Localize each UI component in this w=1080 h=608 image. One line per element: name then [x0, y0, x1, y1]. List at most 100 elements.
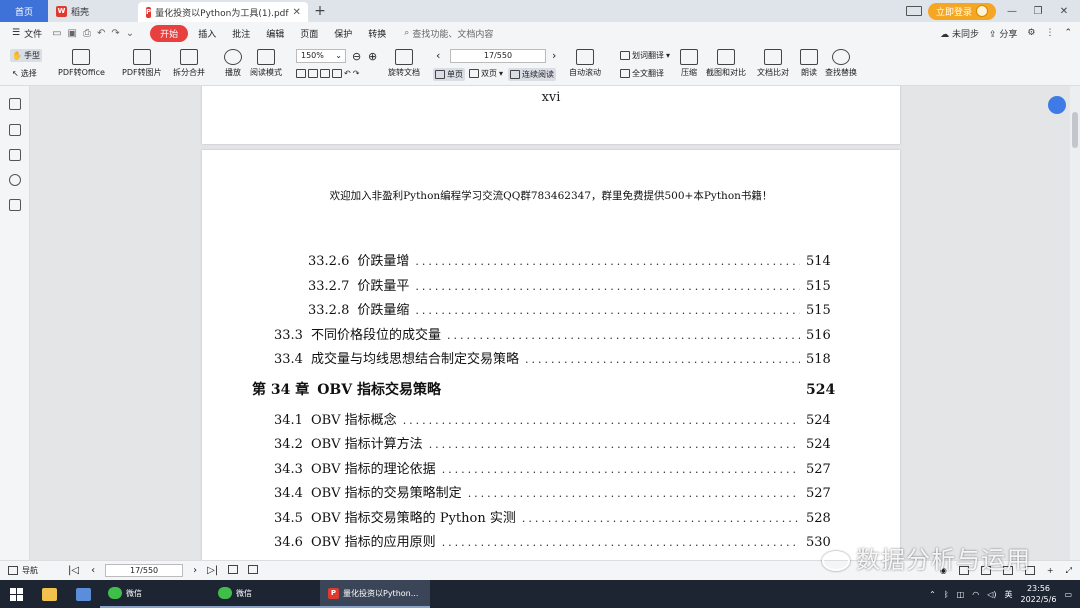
rotate-left-icon[interactable]: ↶: [344, 69, 351, 78]
pdf-to-image-button[interactable]: PDF转图片: [122, 49, 162, 78]
zoom-out-icon[interactable]: ⊖: [352, 50, 361, 63]
toc-entry[interactable]: 34.4 OBV 指标的交易策略制定.......................…: [274, 482, 831, 501]
toc-entry[interactable]: 33.3 不同价格段位的成交量..........................…: [274, 324, 831, 343]
wifi-icon[interactable]: ◠: [972, 590, 979, 599]
find-replace-button[interactable]: 查找替换: [825, 49, 857, 78]
file-explorer-icon[interactable]: [32, 580, 66, 608]
play-button[interactable]: 播放: [224, 49, 242, 78]
toc-entry[interactable]: 33.2.7 价跌量平..............................…: [308, 275, 831, 294]
last-page-icon[interactable]: ▷|: [207, 565, 218, 576]
menu-page[interactable]: 页面: [294, 25, 324, 42]
menu-start[interactable]: 开始: [150, 24, 189, 42]
login-button[interactable]: 立即登录: [927, 2, 996, 20]
double-page-button[interactable]: 双页 ▾: [469, 68, 503, 79]
hand-tool[interactable]: ✋ 手型: [10, 49, 42, 62]
thumbnail-icon[interactable]: [9, 124, 21, 136]
exit-fit-icon[interactable]: [248, 565, 259, 574]
fit-width-icon[interactable]: [308, 69, 318, 78]
split-merge-button[interactable]: 拆分合并: [173, 49, 205, 78]
toc-entry[interactable]: 34.1 OBV 指标概念............................…: [274, 409, 831, 428]
signature-icon[interactable]: [9, 199, 21, 211]
menu-comment[interactable]: 批注: [226, 25, 256, 42]
restore-icon[interactable]: ❐: [1028, 6, 1048, 17]
auto-scroll-button[interactable]: 自动滚动: [569, 49, 601, 78]
fit-screen-icon[interactable]: ⤢: [1066, 566, 1072, 576]
toc-entry[interactable]: 34.2 OBV 指标计算方法..........................…: [274, 433, 831, 452]
next-page-icon[interactable]: ›: [193, 565, 197, 576]
continuous-read-button[interactable]: 连续阅读: [508, 68, 556, 81]
share-button[interactable]: ⇪ 分享: [989, 27, 1017, 40]
pdf-to-office-button[interactable]: PDF转Office: [58, 49, 105, 78]
ime-indicator[interactable]: 英: [1005, 589, 1013, 600]
menu-insert[interactable]: 插入: [192, 25, 222, 42]
page-number-input[interactable]: 17/550: [450, 49, 546, 63]
rotate-right-icon[interactable]: ↷: [353, 69, 360, 78]
doc-compare-button[interactable]: 文档比对: [757, 49, 789, 78]
toc-chapter[interactable]: 第 34 章OBV 指标交易策略.524: [252, 379, 835, 399]
fit-icon[interactable]: [228, 565, 239, 574]
collapse-ribbon-icon[interactable]: ⌃: [1064, 28, 1072, 38]
close-tab-icon[interactable]: ✕: [293, 7, 301, 18]
vertical-scrollbar[interactable]: [1070, 86, 1080, 560]
word-translate-button[interactable]: 划词翻译 ▾: [620, 50, 670, 61]
next-page-icon[interactable]: ›: [552, 49, 556, 62]
prev-page-icon[interactable]: ‹: [436, 49, 440, 62]
crop-icon[interactable]: [332, 69, 342, 78]
rotate-doc-button[interactable]: 旋转文档: [388, 49, 420, 78]
screenshot-compare-button[interactable]: 截图和对比: [706, 49, 746, 78]
window-layout-icon[interactable]: [905, 6, 922, 16]
read-aloud-button[interactable]: 朗读: [800, 49, 818, 78]
tab-document[interactable]: P 量化投资以Python为工具(1).pdf ✕: [138, 2, 308, 22]
menu-convert[interactable]: 转换: [362, 25, 392, 42]
command-search[interactable]: ⌕ 查找功能、文档内容: [404, 27, 493, 40]
menu-protect[interactable]: 保护: [328, 25, 358, 42]
read-mode-button[interactable]: 阅读模式: [250, 49, 282, 78]
comment-icon[interactable]: [9, 149, 21, 161]
taskbar-app-wechat-2[interactable]: 微信: [210, 580, 320, 608]
menu-edit[interactable]: 编辑: [260, 25, 290, 42]
toc-entry[interactable]: 34.5 OBV 指标交易策略的 Python 实测...............…: [274, 507, 831, 526]
scrollbar-thumb[interactable]: [1072, 112, 1078, 148]
zoom-in-icon[interactable]: ⊕: [368, 50, 377, 63]
more-icon[interactable]: ⋮: [1045, 28, 1054, 38]
print-icon[interactable]: ⎙: [83, 28, 91, 39]
navigation-toggle[interactable]: 导航: [0, 565, 38, 576]
compress-button[interactable]: 压缩: [680, 49, 698, 78]
toc-entry[interactable]: 34.6 OBV 指标的应用原则.........................…: [274, 531, 831, 550]
redo-icon[interactable]: ↷: [111, 28, 119, 39]
clock[interactable]: 23:56 2022/5/6: [1021, 583, 1057, 605]
undo-icon[interactable]: ↶: [97, 28, 105, 39]
volume-icon[interactable]: ◁): [987, 590, 996, 599]
document-viewport[interactable]: xvi 欢迎加入非盈利Python编程学习交流QQ群783462347，群里免费…: [30, 86, 1070, 560]
fit-page-icon[interactable]: [320, 69, 330, 78]
save-icon[interactable]: ▣: [68, 28, 77, 39]
settings-icon[interactable]: ⚙: [1027, 28, 1035, 38]
sync-status[interactable]: ☁ 未同步: [940, 27, 979, 40]
notification-icon[interactable]: ▭: [1064, 590, 1072, 599]
zoom-select[interactable]: 150% ⌄: [296, 49, 346, 63]
first-page-icon[interactable]: |◁: [68, 565, 79, 576]
taskbar-app-pdf[interactable]: P 量化投资以Python...: [320, 580, 430, 608]
network-icon[interactable]: ◫: [957, 590, 965, 599]
close-window-icon[interactable]: ✕: [1054, 6, 1074, 17]
prev-page-icon[interactable]: ‹: [91, 565, 95, 576]
tab-draft[interactable]: W 稻壳: [48, 0, 138, 22]
toc-entry[interactable]: 33.2.6 价跌量增..............................…: [308, 250, 831, 269]
toc-entry[interactable]: 33.4 成交量与均线思想结合制定交易策略....................…: [274, 348, 831, 367]
new-tab-button[interactable]: +: [308, 0, 332, 22]
single-page-button[interactable]: 单页: [433, 68, 465, 81]
toc-entry[interactable]: 34.3 OBV 指标的理论依据.........................…: [274, 458, 831, 477]
dropdown-icon[interactable]: ⌄: [126, 28, 134, 39]
full-translate-button[interactable]: 全文翻译: [620, 68, 664, 79]
tab-home[interactable]: 首页: [0, 0, 48, 22]
chevron-up-icon[interactable]: ⌃: [929, 590, 936, 599]
file-menu[interactable]: ☰ 文件: [6, 25, 48, 42]
status-page-input[interactable]: 17/550: [105, 564, 184, 577]
start-button[interactable]: [0, 580, 32, 608]
store-icon[interactable]: [66, 580, 100, 608]
actual-size-icon[interactable]: [296, 69, 306, 78]
open-icon[interactable]: ▭: [52, 28, 61, 39]
bookmark-icon[interactable]: [9, 98, 21, 110]
bluetooth-icon[interactable]: ᛒ: [944, 590, 949, 599]
attachment-icon[interactable]: [9, 174, 21, 186]
